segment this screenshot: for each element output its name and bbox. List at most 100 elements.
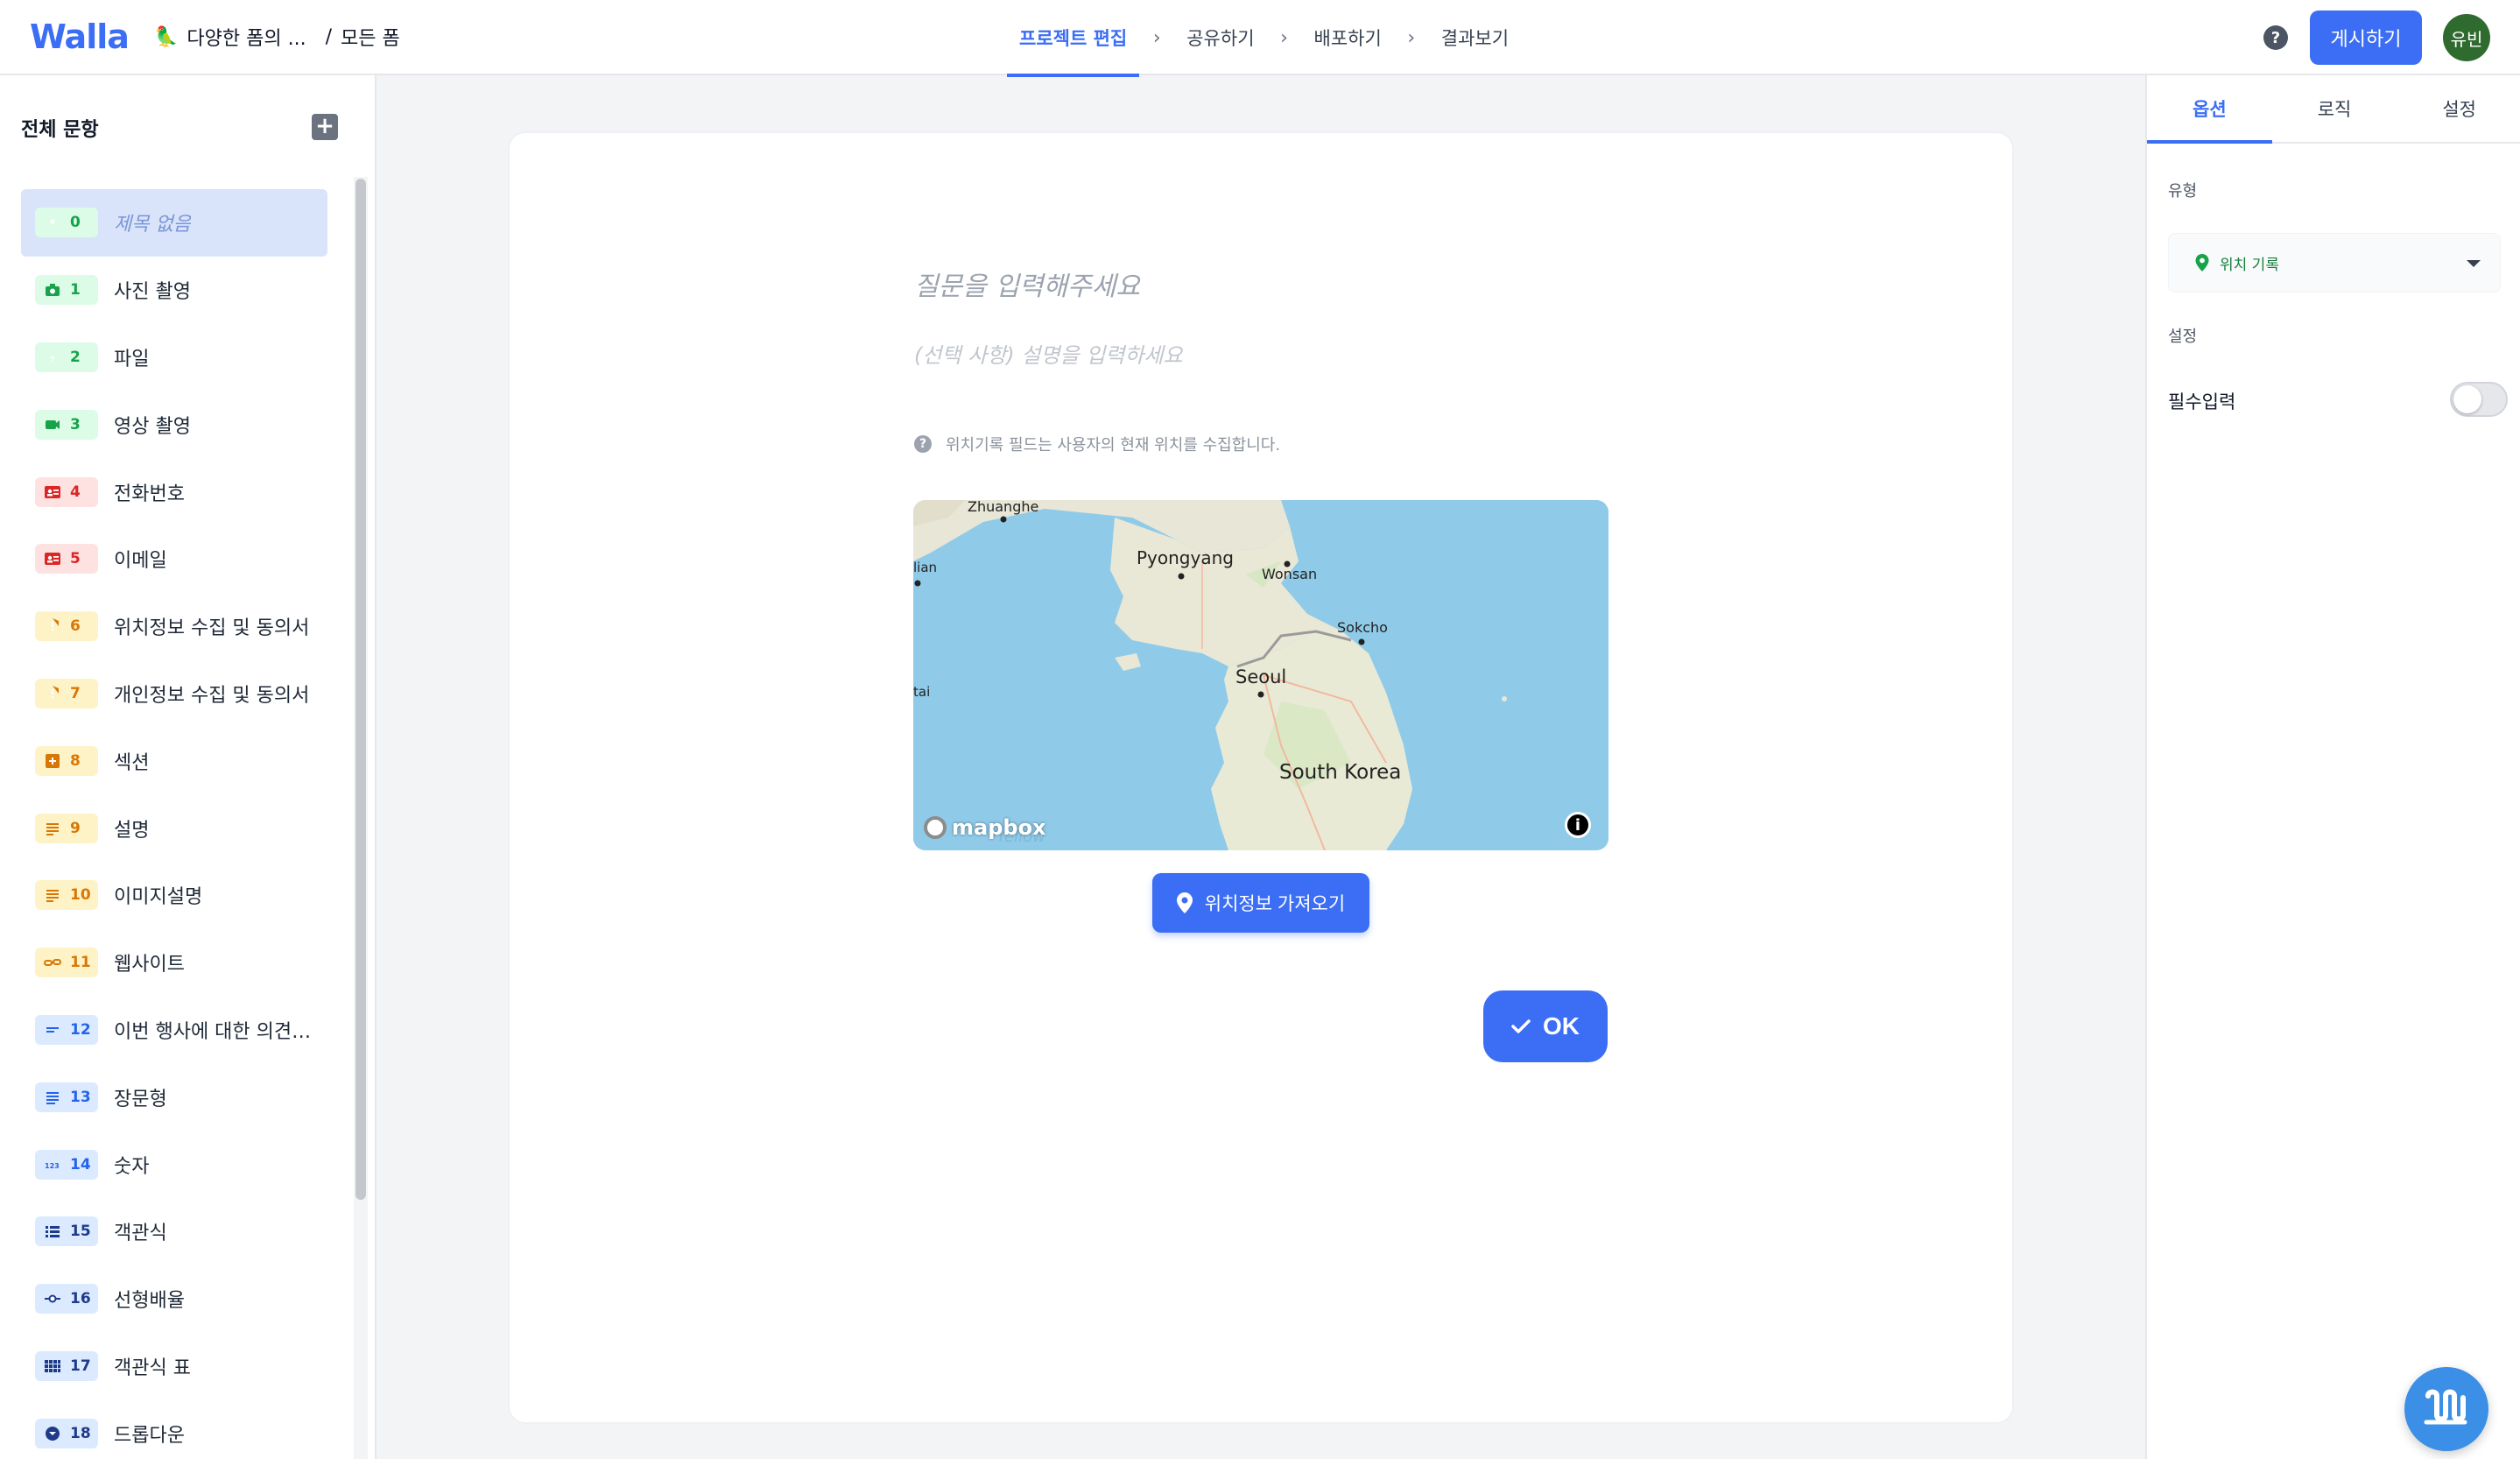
question-title-input[interactable]: 질문을 입력해주세요 <box>914 264 1140 303</box>
ok-label: OK <box>1543 1012 1580 1040</box>
question-item-4[interactable]: 4 전화번호 <box>21 458 327 525</box>
properties-panel: 옵션 로직 설정 유형 위치 기록 설정 필수입력 <box>2145 75 2520 1459</box>
question-type-badge: 5 <box>35 544 98 574</box>
walla-chat-button[interactable] <box>2404 1367 2488 1451</box>
fetch-location-label: 위치정보 가져오기 <box>1204 894 1346 914</box>
question-type-badge: 123 14 <box>35 1149 98 1180</box>
video-camera-icon <box>46 419 60 429</box>
camera-icon <box>46 284 60 297</box>
publish-button[interactable]: 게시하기 <box>2310 11 2422 65</box>
step-navigation: 프로젝트 편집 › 공유하기 › 배포하기 › 결과보기 <box>1007 0 1521 77</box>
tab-settings[interactable]: 설정 <box>2397 75 2520 142</box>
mapbox-logo[interactable]: mapbox <box>924 815 1046 840</box>
question-number: 18 <box>70 1424 91 1442</box>
question-label: 전화번호 <box>114 483 185 505</box>
chevron-right-icon: › <box>1280 26 1288 49</box>
question-type-select[interactable]: 위치 기록 <box>2168 233 2501 293</box>
question-type-badge: 4 <box>35 476 98 507</box>
sidebar-title: 전체 문항 <box>21 119 99 141</box>
question-number: 12 <box>70 1020 91 1039</box>
question-type-badge: 12 <box>35 1014 98 1045</box>
question-type-badge: 8 <box>35 745 98 776</box>
checkmark-icon <box>1511 1019 1531 1033</box>
question-item-11[interactable]: 11 웹사이트 <box>21 929 327 997</box>
question-type-badge: 0 <box>35 208 98 238</box>
walla-logo[interactable]: Walla <box>30 18 130 56</box>
question-label: 이번 행사에 대한 의견을... <box>114 1020 315 1043</box>
step-deploy[interactable]: 배포하기 <box>1302 0 1394 75</box>
shield-icon <box>52 685 59 698</box>
breadcrumb-project[interactable]: 다양한 폼의 ... <box>187 23 306 51</box>
question-item-17[interactable]: 17 객관식 표 <box>21 1333 327 1400</box>
question-label: 이메일 <box>114 550 167 573</box>
question-item-3[interactable]: 3 영상 촬영 <box>21 391 327 458</box>
question-type-badge: 13 <box>35 1082 98 1112</box>
question-item-0[interactable]: 0 제목 없음 <box>21 189 327 257</box>
question-number: 8 <box>70 751 81 770</box>
question-item-5[interactable]: 5 이메일 <box>21 525 327 593</box>
question-item-8[interactable]: 8 섹션 <box>21 727 327 794</box>
question-number: 3 <box>70 415 81 433</box>
cloud-upload-icon <box>50 355 55 361</box>
avatar[interactable]: 유빈 <box>2443 14 2490 61</box>
breadcrumb-current[interactable]: 모든 폼 <box>341 23 400 51</box>
question-type-badge: 16 <box>35 1284 98 1315</box>
question-number: 4 <box>70 483 81 501</box>
contact-card-icon <box>45 553 60 566</box>
caret-down-icon <box>2467 260 2481 267</box>
map-info-icon[interactable]: i <box>1565 812 1591 838</box>
info-text: 위치기록 필드는 사용자의 현재 위치를 수집합니다. <box>946 436 1281 455</box>
short-text-icon <box>46 1026 59 1033</box>
toggle-knob <box>2453 385 2481 413</box>
question-item-2[interactable]: 2 파일 <box>21 324 327 391</box>
location-pin-icon <box>1176 892 1193 913</box>
question-mark-icon: ? <box>914 435 932 453</box>
question-item-1[interactable]: 1 사진 촬영 <box>21 257 327 324</box>
grid-icon <box>45 1359 60 1372</box>
map-label-wonsan: Wonsan <box>1262 566 1318 582</box>
map-label-pyongyang: Pyongyang <box>1137 547 1234 568</box>
question-item-12[interactable]: 12 이번 행사에 대한 의견을... <box>21 997 327 1064</box>
ok-button[interactable]: OK <box>1483 990 1608 1062</box>
question-number: 5 <box>70 550 81 568</box>
tab-logic[interactable]: 로직 <box>2272 75 2397 142</box>
question-item-7[interactable]: 7 개인정보 수집 및 동의서 <box>21 660 327 728</box>
mapbox-logo-icon <box>924 816 947 839</box>
map-label-sokcho: Sokcho <box>1337 619 1388 636</box>
fetch-location-button[interactable]: 위치정보 가져오기 <box>1152 873 1369 933</box>
question-item-14[interactable]: 123 14 숫자 <box>21 1131 327 1198</box>
question-description-input[interactable]: (선택 사항) 설명을 입력하세요 <box>914 338 1183 369</box>
question-type-badge: 9 <box>35 813 98 843</box>
add-question-icon[interactable]: + <box>312 114 338 140</box>
question-item-10[interactable]: 10 이미지설명 <box>21 862 327 929</box>
question-item-6[interactable]: 6 위치정보 수집 및 동의서 <box>21 593 327 660</box>
step-share[interactable]: 공유하기 <box>1174 0 1266 75</box>
properties-tabs: 옵션 로직 설정 <box>2147 75 2520 144</box>
question-label: 웹사이트 <box>114 954 185 976</box>
question-number: 15 <box>70 1223 91 1241</box>
required-toggle[interactable] <box>2450 382 2508 417</box>
help-icon[interactable]: ? <box>2263 25 2288 50</box>
question-item-16[interactable]: 16 선형배율 <box>21 1265 327 1333</box>
question-number: 7 <box>70 684 81 702</box>
question-label: 장문형 <box>114 1088 167 1110</box>
map-label-lian: lian <box>913 560 938 575</box>
map-label-seoul: Seoul <box>1235 666 1287 687</box>
question-number: 1 <box>70 281 81 300</box>
question-item-15[interactable]: 15 객관식 <box>21 1198 327 1265</box>
list-icon <box>46 1226 60 1238</box>
question-item-9[interactable]: 9 설명 <box>21 794 327 862</box>
sidebar-scrollbar-thumb[interactable] <box>355 179 366 1200</box>
required-label: 필수입력 <box>2168 391 2236 412</box>
question-number: 2 <box>70 348 81 366</box>
step-results[interactable]: 결과보기 <box>1429 0 1521 75</box>
tab-options[interactable]: 옵션 <box>2147 75 2272 144</box>
step-edit-project[interactable]: 프로젝트 편집 <box>1007 0 1140 77</box>
section-icon <box>46 753 60 768</box>
question-item-13[interactable]: 13 장문형 <box>21 1063 327 1131</box>
map-view[interactable]: Zhuanghe Pyongyang Wonsan Sokcho Seoul S… <box>913 500 1608 850</box>
question-label: 이미지설명 <box>114 886 203 909</box>
question-item-18[interactable]: 18 드롭다운 <box>21 1399 327 1459</box>
long-text-icon <box>46 1091 59 1104</box>
number-icon: 123 <box>45 1162 60 1170</box>
